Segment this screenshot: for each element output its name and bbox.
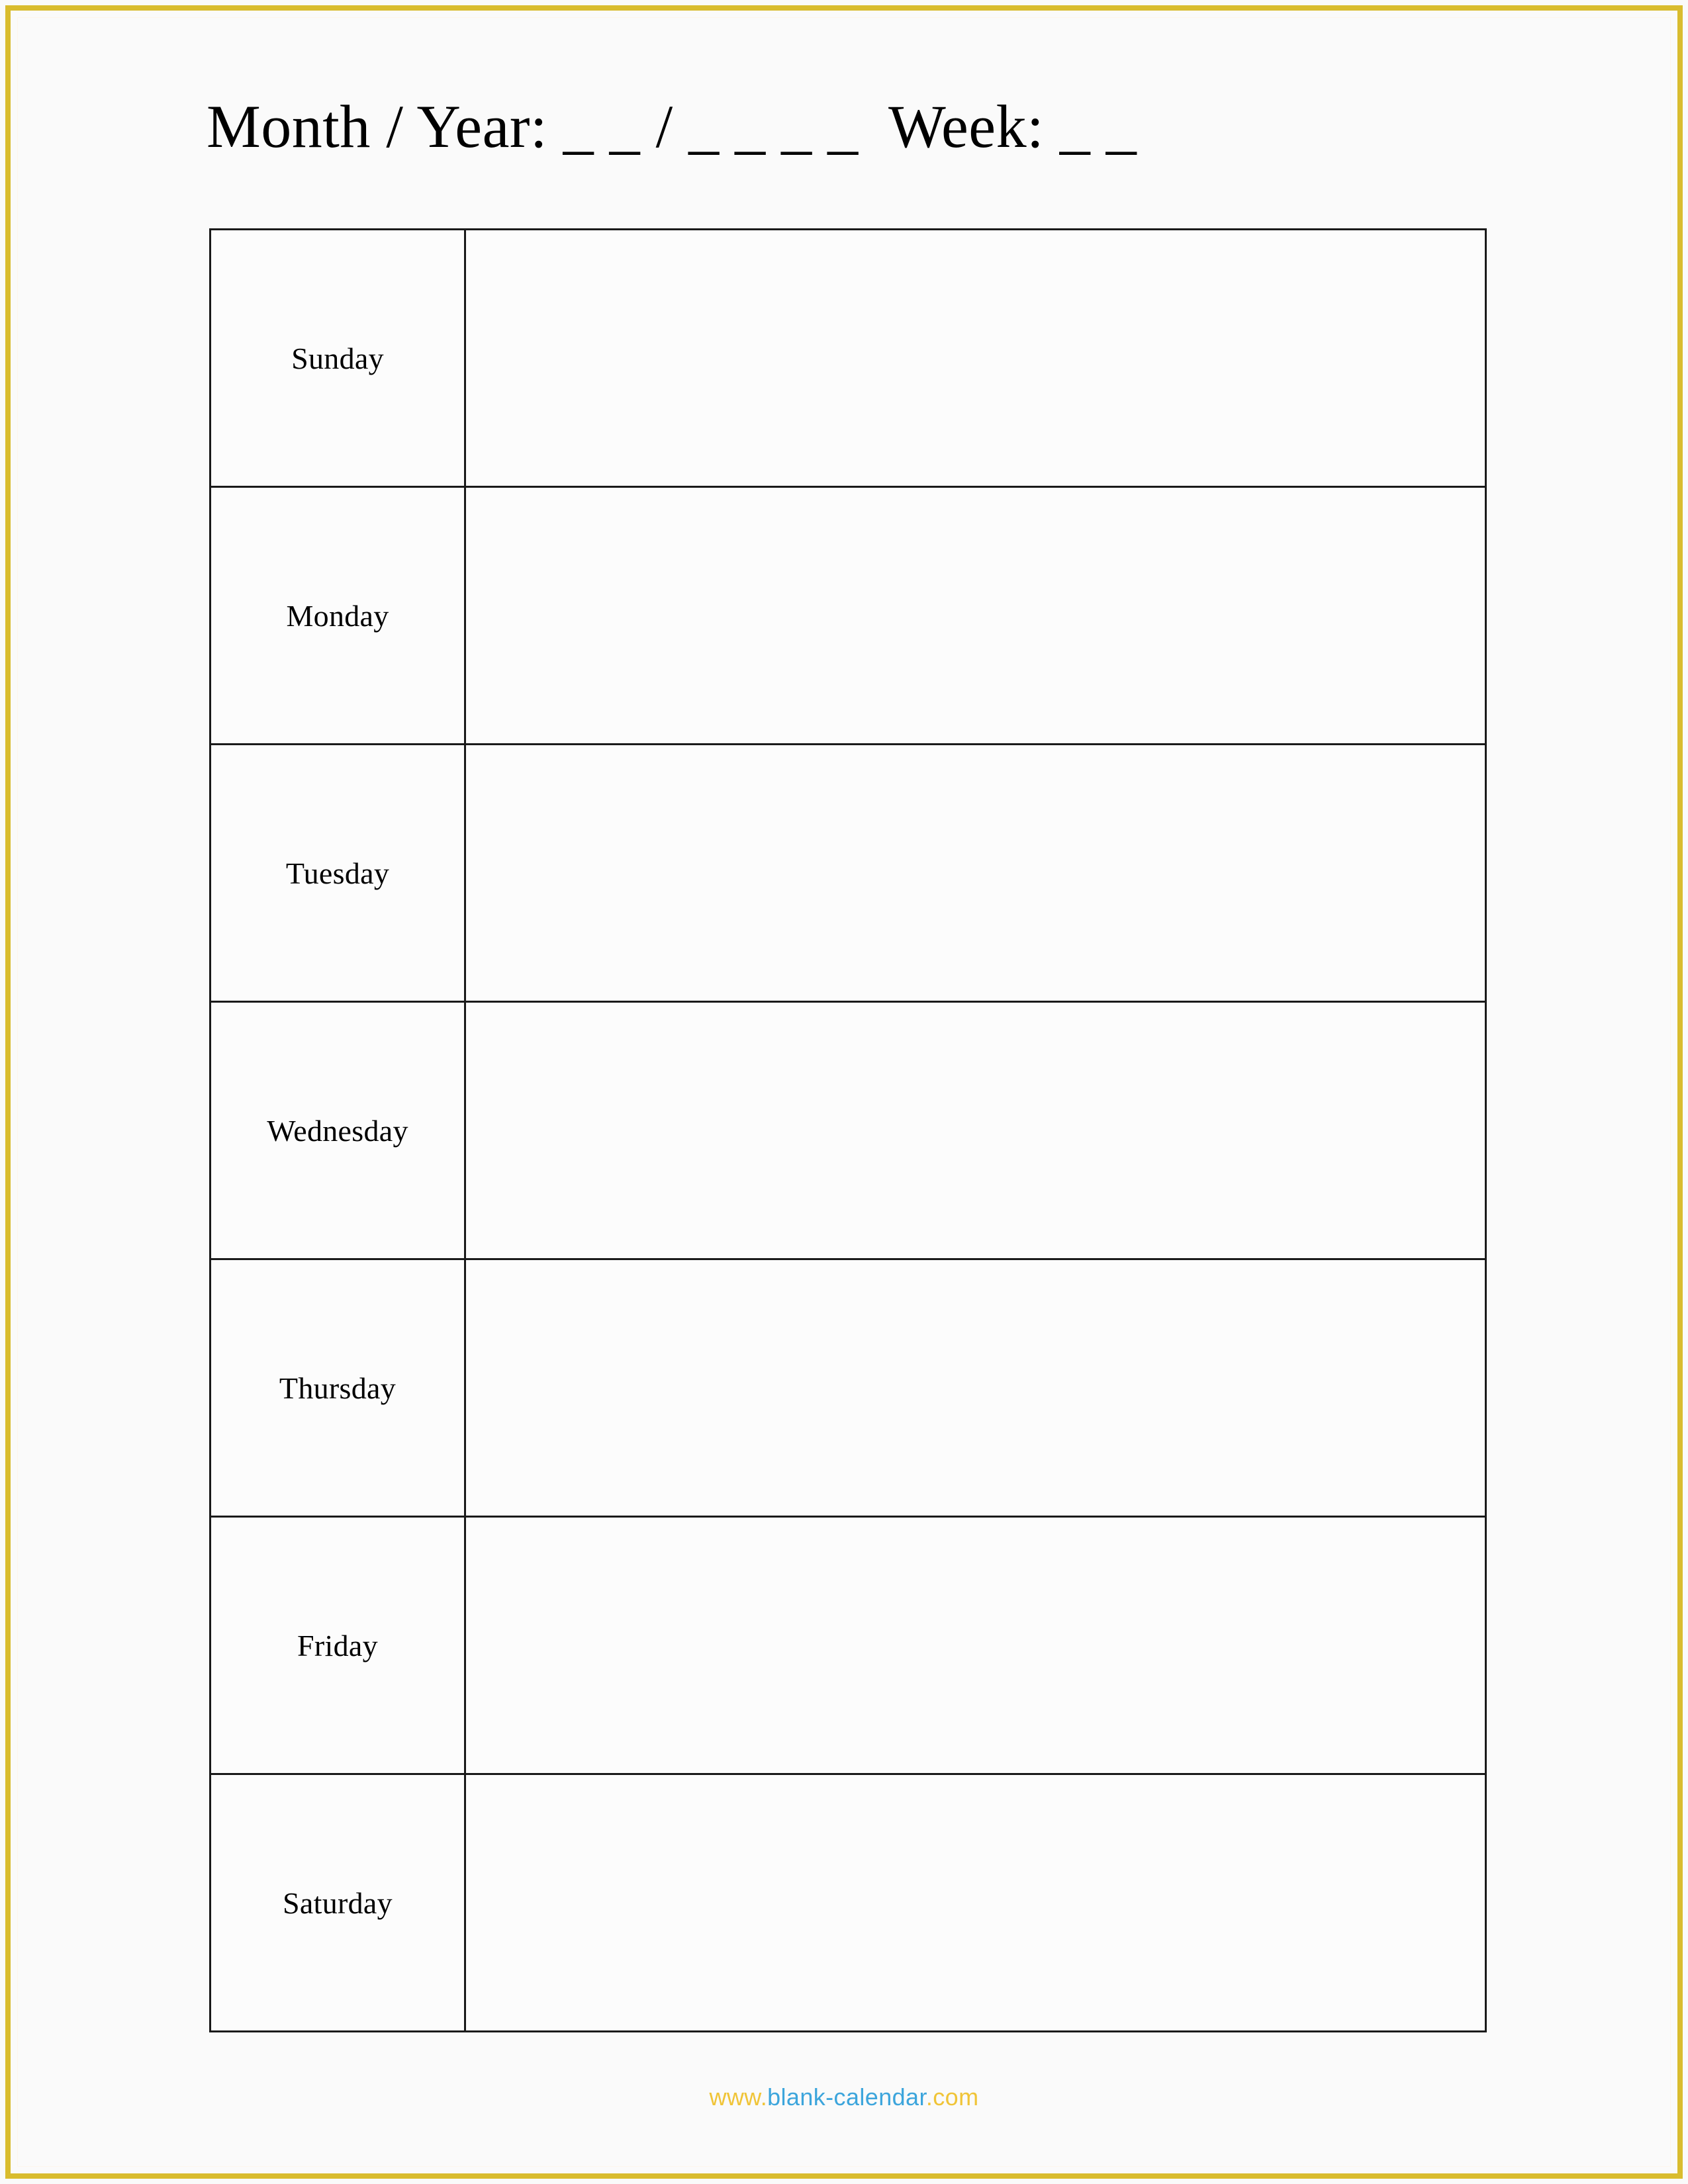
day-label-monday: Monday <box>209 486 466 745</box>
day-label-sunday: Sunday <box>209 228 466 488</box>
notes-cell-thursday[interactable] <box>464 1258 1487 1518</box>
day-label-saturday: Saturday <box>209 1773 466 2032</box>
page-title: Month / Year: _ _ / _ _ _ _ Week: _ _ <box>207 93 1137 160</box>
table-row: Friday <box>209 1516 1487 1775</box>
day-label-wednesday: Wednesday <box>209 1001 466 1260</box>
notes-cell-tuesday[interactable] <box>464 743 1487 1003</box>
notes-cell-saturday[interactable] <box>464 1773 1487 2032</box>
table-row: Sunday <box>209 228 1487 488</box>
notes-cell-friday[interactable] <box>464 1516 1487 1775</box>
notes-cell-wednesday[interactable] <box>464 1001 1487 1260</box>
notes-cell-sunday[interactable] <box>464 228 1487 488</box>
footer-domain: blank-calendar <box>767 2083 926 2111</box>
day-label-friday: Friday <box>209 1516 466 1775</box>
notes-cell-monday[interactable] <box>464 486 1487 745</box>
footer-website-link[interactable]: www.blank-calendar.com <box>0 2083 1688 2111</box>
table-row: Wednesday <box>209 1001 1487 1260</box>
table-row: Saturday <box>209 1773 1487 2032</box>
day-label-tuesday: Tuesday <box>209 743 466 1003</box>
table-row: Tuesday <box>209 743 1487 1003</box>
footer-prefix: www. <box>709 2083 768 2111</box>
day-label-thursday: Thursday <box>209 1258 466 1518</box>
table-row: Monday <box>209 486 1487 745</box>
calendar-body: Sunday Monday Tuesday Wednesday Thursday… <box>209 228 1487 2032</box>
weekly-calendar-table: Sunday Monday Tuesday Wednesday Thursday… <box>209 228 1487 2032</box>
footer-suffix: .com <box>925 2083 979 2111</box>
table-row: Thursday <box>209 1258 1487 1518</box>
calendar-page: Month / Year: _ _ / _ _ _ _ Week: _ _ Su… <box>0 0 1688 2184</box>
